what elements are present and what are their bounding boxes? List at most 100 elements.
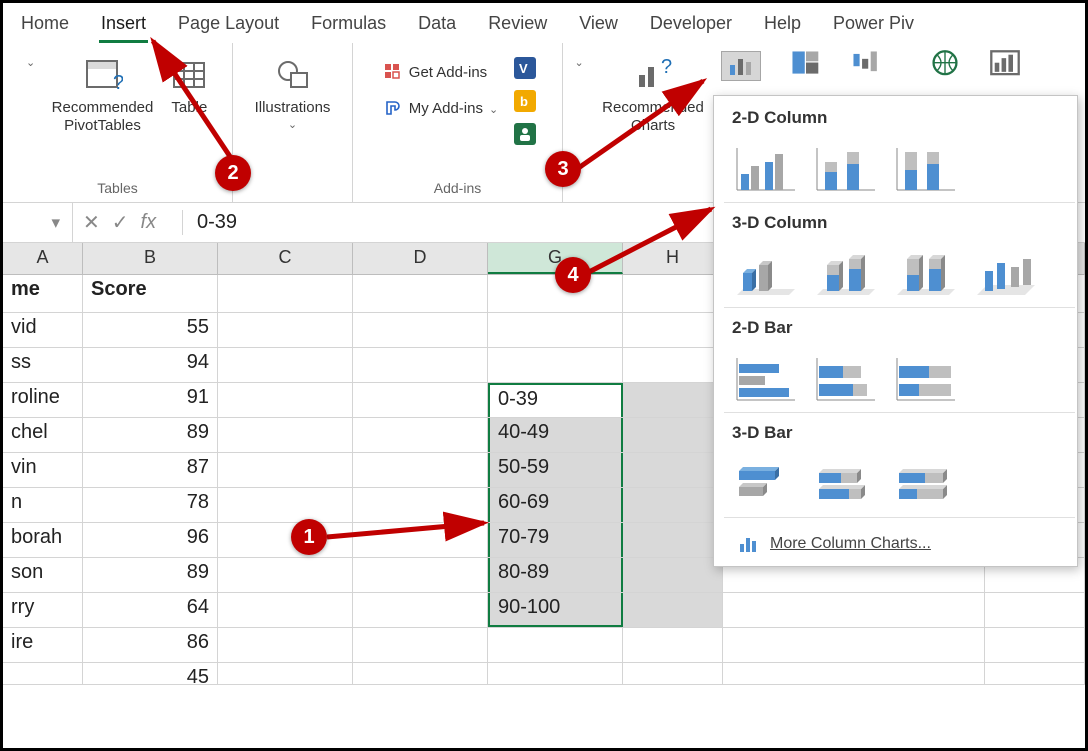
cell[interactable] <box>623 453 723 487</box>
cell[interactable]: roline <box>3 383 83 417</box>
cell[interactable] <box>353 558 488 592</box>
cell[interactable] <box>218 313 353 347</box>
cell[interactable] <box>623 418 723 452</box>
cell[interactable] <box>488 348 623 382</box>
cell[interactable]: 78 <box>83 488 218 522</box>
insert-hierarchy-chart-button[interactable] <box>790 51 822 75</box>
cell[interactable] <box>353 418 488 452</box>
cell[interactable] <box>353 383 488 417</box>
cell[interactable] <box>623 628 723 662</box>
cell[interactable]: 94 <box>83 348 218 382</box>
cell[interactable]: n <box>3 488 83 522</box>
tab-developer[interactable]: Developer <box>648 7 734 40</box>
cell[interactable] <box>488 663 623 684</box>
cell[interactable]: 87 <box>83 453 218 487</box>
name-box[interactable]: ▾ <box>3 203 73 242</box>
get-addins-button[interactable]: Get Add-ins <box>379 59 502 85</box>
cell[interactable] <box>353 313 488 347</box>
tab-help[interactable]: Help <box>762 7 803 40</box>
cell[interactable] <box>218 383 353 417</box>
cell[interactable] <box>623 383 723 417</box>
100pct-stacked-bar-3d[interactable] <box>892 457 958 509</box>
insert-column-chart-button[interactable] <box>721 51 761 81</box>
selected-cell[interactable]: 60-69 <box>488 488 623 522</box>
cell[interactable] <box>353 348 488 382</box>
formula-bar-input[interactable]: 0-39 <box>183 211 251 234</box>
pivotchart-button[interactable] <box>989 51 1021 75</box>
selected-cell[interactable]: 90-100 <box>488 593 623 627</box>
column-3d[interactable] <box>972 247 1038 299</box>
cell[interactable]: son <box>3 558 83 592</box>
cell[interactable] <box>623 348 723 382</box>
cell[interactable] <box>353 453 488 487</box>
col-header-D[interactable]: D <box>353 243 488 274</box>
pivot-dropdown[interactable]: ⌄ <box>20 49 42 76</box>
insert-waterfall-chart-button[interactable] <box>851 51 883 75</box>
cell[interactable]: 86 <box>83 628 218 662</box>
cell[interactable] <box>985 663 1085 684</box>
cell[interactable]: vin <box>3 453 83 487</box>
my-addins-button[interactable]: My Add-ins ⌄ <box>379 95 502 121</box>
cell[interactable] <box>3 663 83 684</box>
cell[interactable] <box>985 593 1085 627</box>
clustered-column-3d[interactable] <box>732 247 798 299</box>
illustrations-button[interactable]: Illustrations ⌄ <box>249 49 337 138</box>
cell[interactable] <box>488 313 623 347</box>
clustered-bar-3d[interactable] <box>732 457 798 509</box>
cell[interactable] <box>218 628 353 662</box>
cell[interactable] <box>623 593 723 627</box>
selected-cell[interactable]: 0-39 <box>488 383 623 417</box>
stacked-bar-3d[interactable] <box>812 457 878 509</box>
people-graph-icon[interactable] <box>514 123 536 150</box>
stacked-column-3d[interactable] <box>812 247 878 299</box>
fx-icon[interactable]: fx <box>141 211 157 234</box>
cell[interactable] <box>623 488 723 522</box>
cell[interactable] <box>218 348 353 382</box>
cell[interactable]: 64 <box>83 593 218 627</box>
selected-cell[interactable]: 70-79 <box>488 523 623 557</box>
cell[interactable]: vid <box>3 313 83 347</box>
cell[interactable] <box>723 628 985 662</box>
cell[interactable] <box>985 628 1085 662</box>
100pct-stacked-bar-2d[interactable] <box>892 352 958 404</box>
cell[interactable]: 91 <box>83 383 218 417</box>
cell[interactable] <box>623 558 723 592</box>
cell[interactable] <box>218 663 353 684</box>
cell[interactable]: 55 <box>83 313 218 347</box>
selected-cell[interactable]: 80-89 <box>488 558 623 592</box>
col-header-C[interactable]: C <box>218 243 353 274</box>
tab-view[interactable]: View <box>577 7 620 40</box>
cell[interactable]: 89 <box>83 558 218 592</box>
cell[interactable] <box>723 593 985 627</box>
stacked-column-2d[interactable] <box>812 142 878 194</box>
cell[interactable]: 96 <box>83 523 218 557</box>
100pct-stacked-column-2d[interactable] <box>892 142 958 194</box>
cell[interactable]: chel <box>3 418 83 452</box>
cell[interactable] <box>353 593 488 627</box>
tab-home[interactable]: Home <box>19 7 71 40</box>
clustered-bar-2d[interactable] <box>732 352 798 404</box>
cell[interactable]: borah <box>3 523 83 557</box>
tab-data[interactable]: Data <box>416 7 458 40</box>
col-header-B[interactable]: B <box>83 243 218 274</box>
cell[interactable]: ire <box>3 628 83 662</box>
cell[interactable] <box>353 275 488 312</box>
stacked-bar-2d[interactable] <box>812 352 878 404</box>
cancel-icon[interactable]: ✕ <box>83 210 100 235</box>
col-header-A[interactable]: A <box>3 243 83 274</box>
cell[interactable] <box>218 488 353 522</box>
100pct-stacked-column-3d[interactable] <box>892 247 958 299</box>
cell[interactable]: me <box>3 275 83 312</box>
cell[interactable] <box>218 275 353 312</box>
clustered-column-2d[interactable] <box>732 142 798 194</box>
cell[interactable]: 45 <box>83 663 218 684</box>
cell[interactable] <box>623 313 723 347</box>
tab-review[interactable]: Review <box>486 7 549 40</box>
cell[interactable] <box>623 663 723 684</box>
cell[interactable] <box>353 663 488 684</box>
cell[interactable] <box>488 628 623 662</box>
cell[interactable] <box>218 593 353 627</box>
cell[interactable] <box>218 558 353 592</box>
cell[interactable]: rry <box>3 593 83 627</box>
cell[interactable] <box>723 663 985 684</box>
